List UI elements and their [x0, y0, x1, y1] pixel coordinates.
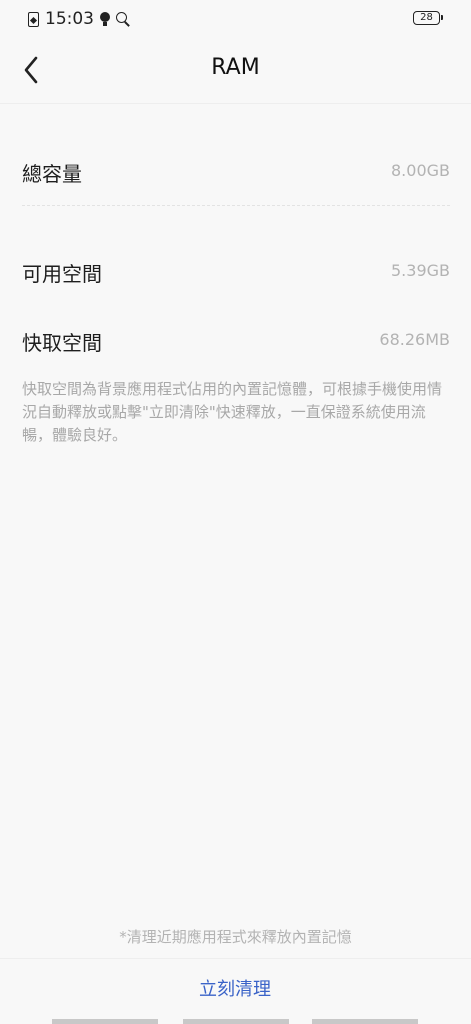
battery-level: 28 — [420, 12, 433, 23]
total-capacity-row: 總容量 8.00GB — [22, 150, 450, 190]
section-divider — [22, 205, 450, 206]
available-space-value: 5.39GB — [391, 261, 450, 280]
footer-divider — [0, 958, 471, 959]
search-icon — [116, 12, 130, 26]
cache-space-row: 快取空間 68.26MB — [22, 319, 450, 359]
status-time: 15:03 — [45, 9, 94, 29]
cache-space-value: 68.26MB — [379, 330, 450, 349]
page-title: RAM — [211, 55, 260, 80]
nav-bar-segment[interactable] — [183, 1019, 289, 1024]
lightbulb-icon — [100, 12, 110, 26]
header: RAM — [0, 42, 471, 102]
available-space-row: 可用空間 5.39GB — [22, 250, 450, 290]
battery-icon: 28 — [413, 11, 443, 25]
cache-space-label: 快取空間 — [22, 331, 102, 355]
available-space-label: 可用空間 — [22, 262, 102, 286]
sim-card-icon — [28, 11, 39, 27]
total-capacity-value: 8.00GB — [391, 161, 450, 180]
nav-bar-segment[interactable] — [52, 1019, 158, 1024]
header-divider — [0, 103, 471, 104]
footer-note: *清理近期應用程式來釋放內置記憶 — [119, 928, 352, 946]
clean-now-button[interactable]: 立刻清理 — [135, 970, 335, 1010]
status-bar: 15:03 28 — [0, 0, 471, 38]
cache-description: 快取空間為背景應用程式佔用的內置記憶體，可根據手機使用情況自動釋放或點擊"立即清… — [22, 380, 443, 444]
status-left: 15:03 — [28, 9, 130, 29]
total-capacity-label: 總容量 — [22, 162, 82, 186]
nav-bar-segment[interactable] — [312, 1019, 418, 1024]
